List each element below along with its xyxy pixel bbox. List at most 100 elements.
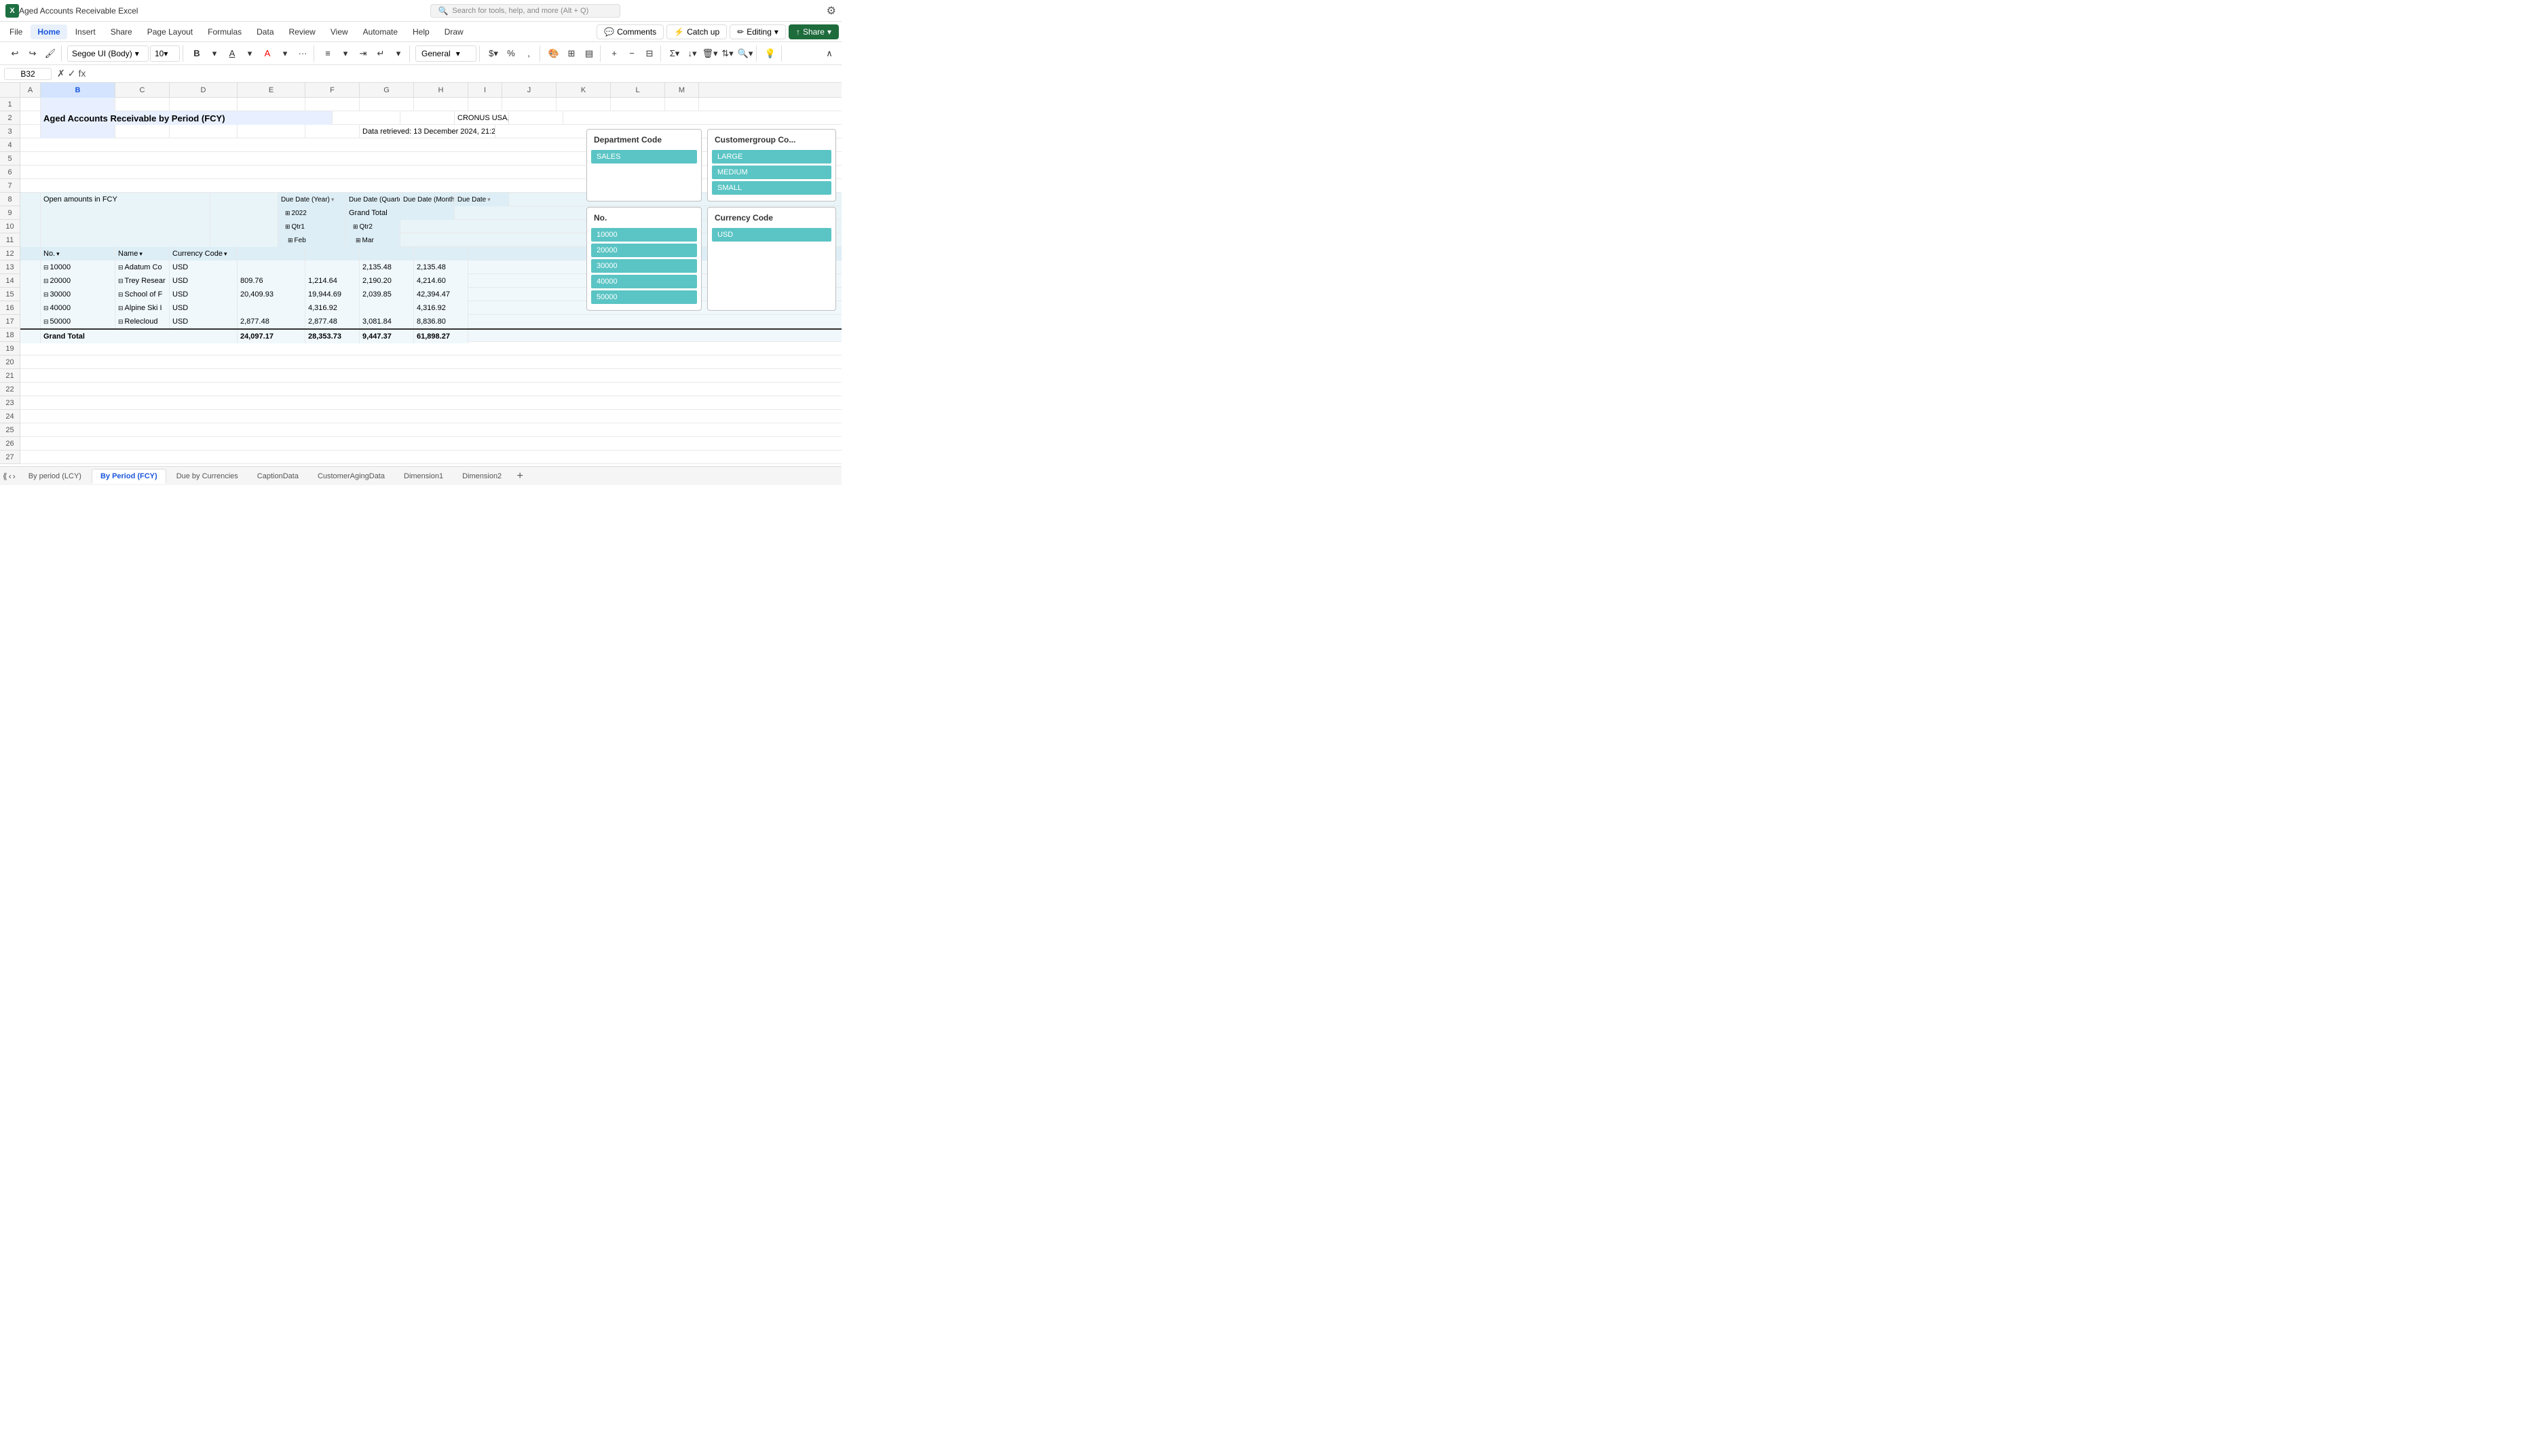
slicer-item-20000[interactable]: 20000 xyxy=(591,244,697,257)
clear-button[interactable]: 🗑▾ xyxy=(702,45,718,62)
cell-f1[interactable] xyxy=(305,98,360,111)
cell-c17-name[interactable]: ⊟ Relecloud xyxy=(115,315,170,328)
cell-a16[interactable] xyxy=(20,301,41,315)
redo-button[interactable]: ↪ xyxy=(24,45,41,62)
menu-review[interactable]: Review xyxy=(282,24,322,39)
cell-h8-duedate[interactable]: Due Date ▾ xyxy=(455,193,509,206)
col-header-m[interactable]: M xyxy=(665,83,699,98)
nav-next-icon[interactable]: › xyxy=(13,472,16,481)
sum-button[interactable]: Σ▾ xyxy=(666,45,683,62)
row-18[interactable]: 18 xyxy=(0,328,20,342)
accounting-format-button[interactable]: $▾ xyxy=(485,45,502,62)
formula-input[interactable] xyxy=(91,69,837,79)
cell-c15-name[interactable]: ⊟ School of F xyxy=(115,288,170,301)
cell-b18-grandtotal-label[interactable]: Grand Total xyxy=(41,330,238,343)
row-3[interactable]: 3 xyxy=(0,125,20,138)
cell-f14-val2[interactable]: 1,214.64 xyxy=(305,274,360,288)
ideas-button[interactable]: 💡 xyxy=(762,45,778,62)
fill-button[interactable]: ↓▾ xyxy=(684,45,700,62)
cell-l1[interactable] xyxy=(611,98,665,111)
formula-insert-icon[interactable]: fx xyxy=(78,68,86,79)
search-bar[interactable]: 🔍 Search for tools, help, and more (Alt … xyxy=(430,4,620,18)
comma-button[interactable]: , xyxy=(521,45,537,62)
cell-f3[interactable] xyxy=(305,125,360,138)
cell-b1[interactable] xyxy=(41,98,115,111)
cell-a1[interactable] xyxy=(20,98,41,111)
menu-automate[interactable]: Automate xyxy=(356,24,404,39)
cell-e8-duedate-year[interactable]: Due Date (Year) ▾ xyxy=(278,193,346,206)
find-button[interactable]: 🔍▾ xyxy=(737,45,753,62)
tab-captiondata[interactable]: CaptionData xyxy=(248,469,307,484)
menu-formulas[interactable]: Formulas xyxy=(201,24,248,39)
expand-ribbon[interactable]: ∧ xyxy=(821,45,837,62)
name-filter-icon[interactable]: ▾ xyxy=(139,250,143,258)
cell-i1[interactable] xyxy=(468,98,502,111)
cell-c14-name[interactable]: ⊟ Trey Resear xyxy=(115,274,170,288)
cell-b10[interactable] xyxy=(41,220,210,233)
cell-f18-col2[interactable]: 28,353.73 xyxy=(305,330,360,343)
slicer-item-large[interactable]: LARGE xyxy=(712,150,831,164)
cell-a10[interactable] xyxy=(20,220,41,233)
formula-cancel-icon[interactable]: ✗ xyxy=(57,68,65,79)
cell-b12-no-header[interactable]: No. ▾ xyxy=(41,247,115,261)
catchup-button[interactable]: ⚡ Catch up xyxy=(666,24,727,39)
row-22[interactable]: 22 xyxy=(0,383,20,396)
col-header-a[interactable]: A xyxy=(20,83,41,98)
cell-e2[interactable] xyxy=(333,111,400,125)
cell-d8[interactable] xyxy=(210,193,278,206)
cell-h9-grandtotal[interactable]: Grand Total xyxy=(346,206,455,220)
row-16[interactable]: 16 xyxy=(0,301,20,315)
tab-dimension1[interactable]: Dimension1 xyxy=(395,469,452,484)
cell-e11-feb[interactable]: ⊞ Feb xyxy=(278,233,346,247)
align-button[interactable]: ≡ xyxy=(320,45,336,62)
highlight-color-button[interactable]: A xyxy=(224,45,240,62)
cell-c13-name[interactable]: ⊟ Adatum Co xyxy=(115,261,170,274)
row-27[interactable]: 27 xyxy=(0,451,20,464)
row-14[interactable]: 14 xyxy=(0,274,20,288)
row-25[interactable]: 25 xyxy=(0,423,20,437)
row-10[interactable]: 10 xyxy=(0,220,20,233)
menu-share[interactable]: Share xyxy=(104,24,139,39)
cell-h1[interactable] xyxy=(414,98,468,111)
cell-c16-name[interactable]: ⊟ Alpine Ski I xyxy=(115,301,170,315)
menu-pagelayout[interactable]: Page Layout xyxy=(140,24,200,39)
cell-h14-total[interactable]: 4,214.60 xyxy=(414,274,468,288)
row-24[interactable]: 24 xyxy=(0,410,20,423)
row-20[interactable]: 20 xyxy=(0,356,20,369)
tab-customeragingdata[interactable]: CustomerAgingData xyxy=(309,469,394,484)
cell-e15-val1[interactable]: 20,409.93 xyxy=(238,288,305,301)
cell-j1[interactable] xyxy=(502,98,557,111)
slicer-item-sales[interactable]: SALES xyxy=(591,150,697,164)
row-9[interactable]: 9 xyxy=(0,206,20,220)
cell-f15-val2[interactable]: 19,944.69 xyxy=(305,288,360,301)
paint-format-button[interactable]: 🖌 xyxy=(42,45,58,62)
font-size-selector[interactable]: 10 ▾ xyxy=(150,45,180,62)
cell-d11[interactable] xyxy=(210,233,278,247)
add-sheet-button[interactable]: + xyxy=(512,468,528,484)
cell-g8-duedate-month[interactable]: Due Date (Month) ▾ xyxy=(400,193,455,206)
cell-h15-total[interactable]: 42,394.47 xyxy=(414,288,468,301)
cell-d15-currency[interactable]: USD xyxy=(170,288,238,301)
col-header-c[interactable]: C xyxy=(115,83,170,98)
col-header-b[interactable]: B xyxy=(41,83,115,98)
row-15[interactable]: 15 xyxy=(0,288,20,301)
row-6[interactable]: 6 xyxy=(0,166,20,179)
formula-confirm-icon[interactable]: ✓ xyxy=(68,68,76,79)
cell-d12-currency-header[interactable]: Currency Code ▾ xyxy=(170,247,238,261)
bold-button[interactable]: B xyxy=(189,45,205,62)
indent-button[interactable]: ⇥ xyxy=(355,45,371,62)
cell-a12[interactable] xyxy=(20,247,41,261)
row-21[interactable]: 21 xyxy=(0,369,20,383)
col-header-d[interactable]: D xyxy=(170,83,238,98)
cell-reference[interactable]: B32 xyxy=(4,68,52,80)
tab-by-period-fcy[interactable]: By Period (FCY) xyxy=(92,469,166,484)
insert-cells-button[interactable]: + xyxy=(606,45,622,62)
menu-help[interactable]: Help xyxy=(406,24,436,39)
cell-a18[interactable] xyxy=(20,330,41,343)
row-2[interactable]: 2 xyxy=(0,111,20,125)
cell-b16-no[interactable]: ⊟ 40000 xyxy=(41,301,115,315)
cell-b2-title[interactable]: Aged Accounts Receivable by Period (FCY) xyxy=(41,111,333,125)
row-5[interactable]: 5 xyxy=(0,152,20,166)
nav-first-icon[interactable]: ⟪ xyxy=(3,472,7,481)
cell-a3[interactable] xyxy=(20,125,41,138)
